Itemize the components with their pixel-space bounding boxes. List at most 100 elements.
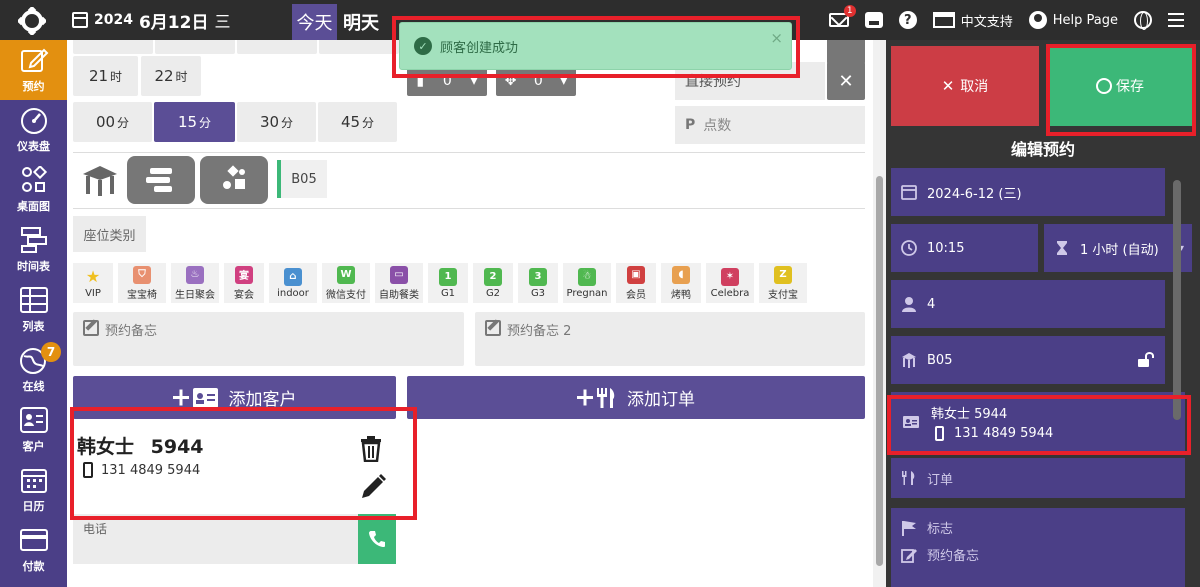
- child-icon: ✥: [504, 73, 517, 89]
- date-year: 2024: [94, 12, 133, 28]
- clear-button-partial[interactable]: [827, 40, 865, 64]
- points-field[interactable]: P 点数: [675, 106, 865, 144]
- tag-cake[interactable]: ♨ 生日聚会: [171, 263, 219, 303]
- pencil-icon[interactable]: [360, 474, 386, 500]
- tag-g3[interactable]: 3 G3: [518, 263, 558, 303]
- sidebar-item-list[interactable]: 列表: [0, 280, 67, 340]
- tomorrow-button[interactable]: 明天: [343, 4, 379, 40]
- tag-g1[interactable]: 1 G1: [428, 263, 468, 303]
- minute-button-00[interactable]: 00 分: [73, 102, 152, 142]
- dashboard-icon: [19, 106, 49, 134]
- help-button[interactable]: ?: [898, 11, 917, 29]
- trash-icon[interactable]: [360, 436, 382, 462]
- minute-button-15[interactable]: 15 分: [154, 102, 235, 142]
- tag-alipay[interactable]: Z 支付宝: [759, 263, 807, 303]
- sidebar-item-label: 桌面图: [17, 200, 50, 213]
- booking-duration-select[interactable]: 1 小时 (自动) ▾: [1044, 224, 1192, 272]
- sidebar-item-calendar[interactable]: 日历: [0, 460, 67, 520]
- menu-button[interactable]: [1168, 13, 1184, 27]
- cake-icon: ♨: [186, 265, 204, 284]
- flag-row[interactable]: 标志: [901, 518, 953, 537]
- store-icon: [932, 12, 955, 28]
- note-row[interactable]: 预约备忘: [901, 545, 979, 564]
- tag-highchair[interactable]: ⛉ 宝宝椅: [118, 263, 166, 303]
- tag-member-card[interactable]: ▣ 会员: [616, 263, 656, 303]
- tag-bed[interactable]: ⌂ indoor: [269, 263, 317, 303]
- booking-note-1[interactable]: 预约备忘: [73, 312, 464, 366]
- timeline-view-button[interactable]: [127, 156, 195, 204]
- sidebar-item-dashboard[interactable]: 仪表盘: [0, 100, 67, 160]
- tag-label: G1: [440, 287, 456, 299]
- phone-input[interactable]: 电话: [73, 514, 359, 564]
- hour-button-partial[interactable]: [319, 40, 399, 54]
- tag-star[interactable]: ★ VIP: [73, 263, 113, 303]
- hour-button-22[interactable]: 22 时: [141, 56, 201, 96]
- date-month-day: 6月12日: [138, 12, 209, 33]
- tag-party[interactable]: ✶ Celebra: [706, 263, 754, 303]
- tag-banquet[interactable]: 宴宴会: [224, 263, 264, 303]
- main-scrollbar[interactable]: [873, 40, 886, 587]
- language-support-button[interactable]: 中文支持: [932, 11, 1013, 30]
- scroll-thumb[interactable]: [876, 176, 883, 566]
- hour-button-21[interactable]: 21 时: [73, 56, 138, 96]
- add-order-button[interactable]: 添加订单: [407, 376, 865, 419]
- seat-category-button[interactable]: 座位类别: [73, 216, 146, 252]
- save-button[interactable]: 保存: [1048, 46, 1192, 126]
- tag-wechat[interactable]: W 微信支付: [322, 263, 370, 303]
- edit-booking-panel: ✕ 取消 保存 编辑预约 2024-6-12 (三) 10:15 1 小时 (自…: [886, 40, 1200, 587]
- booking-customer-row[interactable]: 韩女士 5944 131 4849 5944: [891, 392, 1185, 452]
- hour-button-partial[interactable]: [237, 40, 317, 54]
- minute-button-45[interactable]: 45 分: [318, 102, 397, 142]
- sidebar-item-floorplan[interactable]: 桌面图: [0, 160, 67, 220]
- phone-icon: [369, 531, 385, 547]
- booking-date-row[interactable]: 2024-6-12 (三): [891, 168, 1165, 216]
- print-button[interactable]: [864, 12, 883, 28]
- cancel-button[interactable]: ✕ 取消: [891, 46, 1039, 126]
- booking-table-row[interactable]: B05: [891, 336, 1165, 384]
- tag-pregnant[interactable]: ☃ Pregnan: [563, 263, 611, 303]
- tag-label: 宝宝椅: [127, 289, 157, 301]
- baby-chair-spinner[interactable]: ▮ 0 ▾: [407, 66, 487, 96]
- sidebar-item-payment[interactable]: 付款: [0, 520, 67, 580]
- divider: [73, 152, 865, 153]
- sidebar-item-customers[interactable]: 客户: [0, 400, 67, 460]
- hour-button-partial[interactable]: [73, 40, 153, 54]
- tag-label: 烤鸭: [671, 289, 691, 301]
- booking-time-row[interactable]: 10:15: [891, 224, 1038, 272]
- sidebar-item-timeline[interactable]: 时间表: [0, 220, 67, 280]
- booking-guests-row[interactable]: 4: [891, 280, 1165, 328]
- tag-buffet[interactable]: ▭ 自助餐类: [375, 263, 423, 303]
- booking-extra-section: 标志 预约备忘: [891, 508, 1185, 587]
- date-display[interactable]: 2024 6月12日 三: [72, 0, 230, 40]
- clear-direct-booking-button[interactable]: ✕: [827, 62, 865, 100]
- language-button[interactable]: [1134, 11, 1152, 30]
- check-circle-icon: ✓: [414, 37, 432, 55]
- today-button[interactable]: 今天: [292, 4, 337, 40]
- minute-button-30[interactable]: 30 分: [237, 102, 316, 142]
- booking-order-row[interactable]: 订单: [891, 458, 1185, 498]
- sidebar-item-online[interactable]: 7 在线: [0, 340, 67, 400]
- success-toast: ✓ 顾客创建成功 ×: [399, 22, 792, 70]
- mail-button[interactable]: 1: [828, 5, 856, 27]
- wechat-icon: W: [337, 265, 355, 284]
- sidebar-item-booking[interactable]: 预约: [0, 40, 67, 100]
- booking-note-2[interactable]: 预约备忘 2: [475, 312, 865, 366]
- tag-label: 会员: [626, 289, 646, 301]
- flag-icon: [902, 520, 916, 536]
- child-spinner[interactable]: ✥ 0 ▾: [496, 66, 576, 96]
- help-page-button[interactable]: Help Page: [1028, 11, 1118, 29]
- close-icon: ✕: [941, 77, 955, 95]
- toast-close-button[interactable]: ×: [770, 29, 783, 47]
- sidebar-item-label: 客户: [22, 440, 45, 453]
- panel-scroll-thumb[interactable]: [1173, 180, 1181, 420]
- call-button[interactable]: [358, 514, 396, 564]
- selected-table[interactable]: B05: [277, 160, 327, 198]
- tag-g2[interactable]: 2 G2: [473, 263, 513, 303]
- drumstick-icon: ◖: [672, 265, 690, 284]
- unlock-icon[interactable]: [1137, 352, 1155, 368]
- hour-button-partial[interactable]: [155, 40, 235, 54]
- floorplan-view-button[interactable]: [200, 156, 268, 204]
- tag-drumstick[interactable]: ◖ 烤鸭: [661, 263, 701, 303]
- app-logo-icon[interactable]: [18, 7, 46, 35]
- add-customer-button[interactable]: 添加客户: [73, 376, 396, 419]
